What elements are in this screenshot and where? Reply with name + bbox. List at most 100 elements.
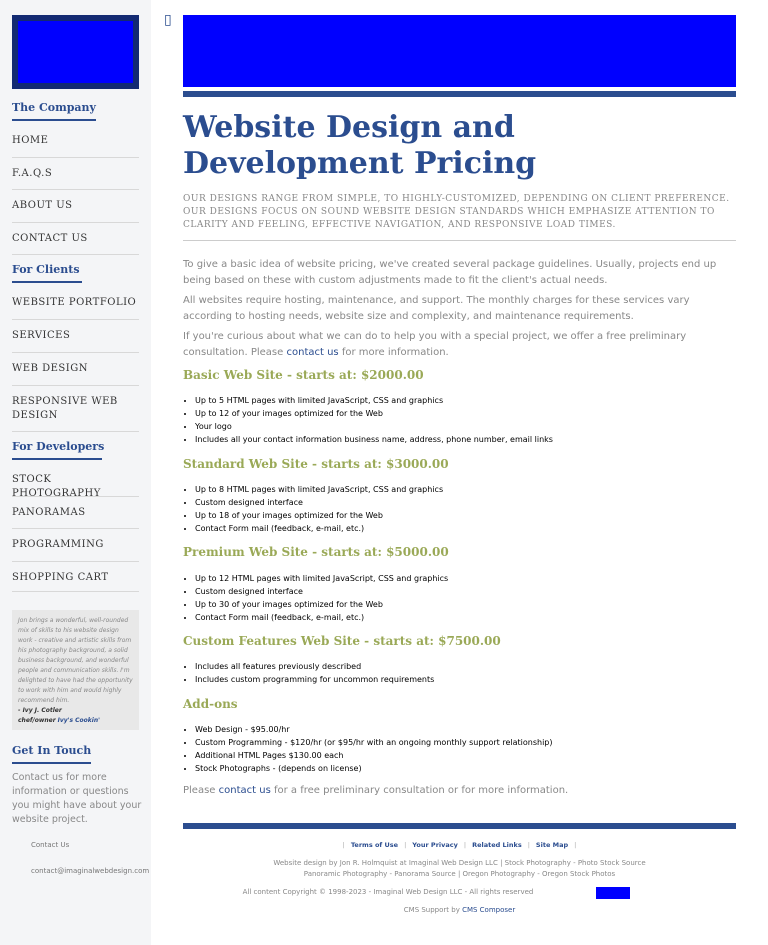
list-item: Additional HTML Pages $130.00 each [195,749,553,762]
nav-faqs[interactable]: F.A.Q.S [12,167,139,181]
package-list-premium: Up to 12 HTML pages with limited JavaScr… [183,572,448,624]
package-list-custom: Includes all features previously describ… [183,660,434,686]
contact-us-link[interactable]: Contact Us [31,841,69,849]
header-banner [183,15,736,87]
nav-website-portfolio[interactable]: WEBSITE PORTFOLIO [12,296,139,310]
contact-us-link[interactable]: contact us [219,785,271,796]
nav-divider [12,189,139,190]
list-item: Includes all features previously describ… [195,660,434,673]
nav-divider [12,561,139,562]
package-heading-addons: Add-ons [183,697,238,711]
support-label: CMS Support by [403,906,463,914]
paragraph-consultation: If you're curious about what we can do t… [183,329,738,361]
list-item: Web Design - $95.00/hr [195,723,553,736]
section-underline [12,458,102,460]
paragraph-pricing: To give a basic idea of website pricing,… [183,259,717,286]
menu-toggle-icon[interactable]: ▯ [164,12,172,28]
nav-divider [12,496,139,497]
testimonial-role: chef/owner [18,717,56,724]
paragraph-closing: Please contact us for a free preliminary… [183,783,738,799]
package-list-addons: Web Design - $95.00/hr Custom Programmin… [183,723,553,775]
text: for more information. [338,347,449,358]
nav-shopping-cart[interactable]: SHOPPING CART [12,571,139,585]
section-heading-company: The Company [12,101,96,114]
section-underline [12,119,96,121]
list-item: Contact Form mail (feedback, e-mail, etc… [195,522,443,535]
package-list-basic: Up to 5 HTML pages with limited JavaScri… [183,394,553,446]
footer-credit-line: Website design by Jon R. Holmquist at Im… [273,859,646,867]
list-item: Up to 5 HTML pages with limited JavaScri… [195,394,553,407]
header-rule [183,91,736,97]
footer-photo-line: Panoramic Photography - Panorama Source … [303,870,616,878]
testimonial: Jon brings a wonderful, well-rounded mix… [12,610,139,730]
nav-services[interactable]: SERVICES [12,329,139,343]
list-item: Your logo [195,420,553,433]
paragraph-hosting: All websites require hosting, maintenanc… [183,295,690,322]
email-link[interactable]: contact@imaginalwebdesign.com [31,867,149,875]
footer-copyright: All content Copyright © 1998-2023 - Imag… [242,888,534,896]
separator: | [463,841,467,849]
nav-divider [12,157,139,158]
footer-link-related[interactable]: Related Links [472,841,522,849]
list-item: Custom Programming - $120/hr (or $95/hr … [195,736,553,749]
nav-divider [12,319,139,320]
logo-image [18,21,133,83]
nav-divider [12,528,139,529]
list-item: Stock Photographs - (depends on license) [195,762,553,775]
list-item: Includes custom programming for uncommon… [195,673,434,686]
list-item: Up to 8 HTML pages with limited JavaScri… [195,483,443,496]
footer-links: | Terms of Use | Your Privacy | Related Links… [183,841,736,849]
list-item: Custom designed interface [195,496,443,509]
nav-responsive-web-design[interactable]: RESPONSIVE WEB DESIGN [12,395,122,423]
sidebar: The Company HOME F.A.Q.S ABOUT US CONTAC… [0,0,151,945]
cms-composer-link[interactable]: CMS Composer [462,906,515,914]
list-item: Up to 12 of your images optimized for th… [195,407,553,420]
package-heading-custom: Custom Features Web Site - starts at: $7… [183,634,501,648]
package-heading-standard: Standard Web Site - starts at: $3000.00 [183,457,449,471]
footer-link-privacy[interactable]: Your Privacy [412,841,458,849]
contact-us-link[interactable]: contact us [286,347,338,358]
text: for a free preliminary consultation or f… [270,785,569,796]
list-item: Custom designed interface [195,585,448,598]
nav-divider [12,254,139,255]
list-item: Contact Form mail (feedback, e-mail, etc… [195,611,448,624]
list-item: Includes all your contact information bu… [195,433,553,446]
footer-rule [183,823,736,829]
testimonial-quote: Jon brings a wonderful, well-rounded mix… [18,617,133,704]
testimonial-company-link[interactable]: Ivy's Cookin' [58,717,100,724]
nav-divider [12,385,139,386]
logo[interactable] [12,15,139,89]
nav-web-design[interactable]: WEB DESIGN [12,362,139,376]
footer-support: CMS Support by CMS Composer [183,905,736,916]
nav-about-us[interactable]: ABOUT US [12,199,139,213]
nav-contact-us[interactable]: CONTACT US [12,232,139,246]
package-heading-basic: Basic Web Site - starts at: $2000.00 [183,368,424,382]
nav-divider [12,431,139,432]
nav-panoramas[interactable]: PANORAMAS [12,506,139,520]
section-underline [12,762,91,764]
page-intro: OUR DESIGNS RANGE FROM SIMPLE, TO HIGHLY… [183,194,730,230]
section-heading-clients: For Clients [12,263,80,276]
section-heading-touch: Get In Touch [12,744,92,757]
testimonial-author: - Ivy J. Cotler [18,707,62,714]
text: Please [183,785,219,796]
package-heading-premium: Premium Web Site - starts at: $5000.00 [183,545,449,559]
footer-link-sitemap[interactable]: Site Map [536,841,568,849]
get-in-touch-text: Contact us for more information or quest… [12,772,142,825]
nav-home[interactable]: HOME [12,134,139,148]
separator: | [342,841,345,849]
nav-divider [12,222,139,223]
section-heading-developers: For Developers [12,440,105,453]
list-item: Up to 18 of your images optimized for th… [195,509,443,522]
footer-badge[interactable] [596,887,630,899]
intro-divider [183,240,736,241]
page-title: Website Design and Development Pricing [183,110,537,181]
nav-programming[interactable]: PROGRAMMING [12,538,139,552]
list-item: Up to 30 of your images optimized for th… [195,598,448,611]
separator: | [404,841,407,849]
separator: | [574,841,577,849]
footer-link-terms[interactable]: Terms of Use [351,841,398,849]
nav-divider [12,591,139,592]
section-underline [12,281,82,283]
separator: | [527,841,530,849]
